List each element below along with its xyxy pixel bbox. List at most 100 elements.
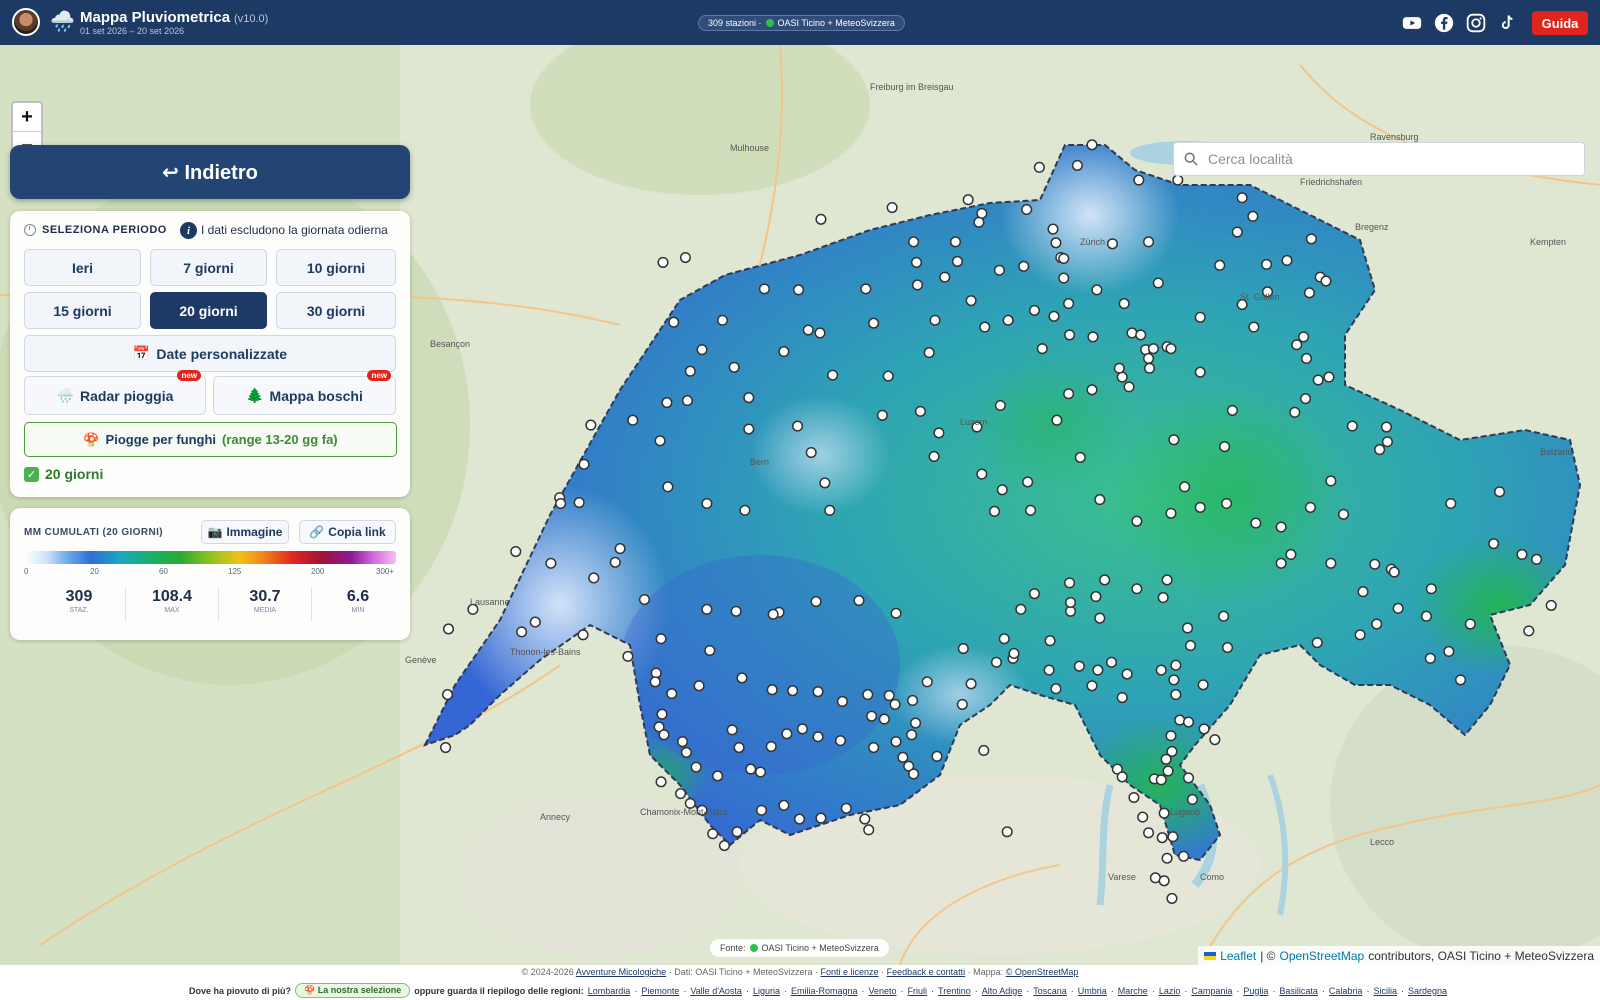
station-marker[interactable]: [649, 676, 661, 688]
region-link[interactable]: Basilicata: [1279, 986, 1318, 996]
station-marker[interactable]: [585, 419, 597, 431]
station-marker[interactable]: [1135, 329, 1147, 341]
station-marker[interactable]: [1275, 521, 1287, 533]
station-marker[interactable]: [883, 690, 895, 702]
station-marker[interactable]: [758, 283, 770, 295]
station-marker[interactable]: [882, 370, 894, 382]
station-marker[interactable]: [1300, 352, 1313, 365]
station-marker[interactable]: [1036, 343, 1048, 355]
funghi-rain-button[interactable]: 🍄 Piogge per funghi (range 13-20 gg fa): [24, 422, 397, 457]
station-marker[interactable]: [1143, 352, 1155, 365]
station-marker[interactable]: [1044, 635, 1056, 647]
station-marker[interactable]: [990, 656, 1003, 668]
station-marker[interactable]: [1099, 574, 1111, 586]
station-marker[interactable]: [1105, 656, 1118, 668]
selection-pill[interactable]: 🍄 La nostra selezione: [295, 983, 411, 998]
station-marker[interactable]: [1311, 637, 1323, 649]
station-marker[interactable]: [909, 717, 922, 729]
station-marker[interactable]: [1065, 596, 1077, 609]
station-marker[interactable]: [1152, 277, 1164, 289]
station-marker[interactable]: [911, 279, 924, 291]
station-marker[interactable]: [965, 678, 977, 690]
station-marker[interactable]: [819, 477, 831, 489]
region-link[interactable]: Alto Adige: [982, 986, 1023, 996]
station-marker[interactable]: [1168, 434, 1180, 446]
station-marker[interactable]: [1028, 304, 1041, 316]
station-marker[interactable]: [704, 644, 716, 657]
station-marker[interactable]: [921, 676, 933, 688]
station-marker[interactable]: [906, 729, 918, 741]
station-marker[interactable]: [1312, 374, 1324, 386]
station-marker[interactable]: [824, 504, 836, 516]
station-marker[interactable]: [1516, 548, 1528, 561]
station-marker[interactable]: [949, 236, 962, 248]
station-marker[interactable]: [681, 395, 693, 407]
region-link[interactable]: Valle d'Aosta: [690, 986, 742, 996]
station-marker[interactable]: [863, 824, 875, 836]
station-marker[interactable]: [1182, 716, 1195, 728]
station-marker[interactable]: [979, 321, 991, 333]
station-marker[interactable]: [907, 694, 919, 707]
station-marker[interactable]: [529, 616, 541, 628]
station-marker[interactable]: [1160, 753, 1172, 765]
station-marker[interactable]: [1194, 501, 1206, 513]
search-input[interactable]: [1208, 151, 1568, 167]
station-marker[interactable]: [716, 314, 729, 326]
station-marker[interactable]: [730, 605, 742, 617]
station-marker[interactable]: [1299, 393, 1312, 405]
station-marker[interactable]: [1033, 161, 1045, 173]
station-marker[interactable]: [1198, 723, 1210, 735]
station-marker[interactable]: [1281, 254, 1293, 267]
station-marker[interactable]: [1071, 159, 1083, 171]
station-marker[interactable]: [1289, 406, 1301, 418]
station-marker[interactable]: [638, 593, 651, 606]
station-marker[interactable]: [1167, 831, 1179, 843]
station-marker[interactable]: [657, 256, 669, 268]
region-link[interactable]: Liguria: [753, 986, 780, 996]
station-marker[interactable]: [577, 629, 589, 641]
station-marker[interactable]: [859, 813, 871, 825]
station-marker[interactable]: [923, 347, 935, 359]
station-marker[interactable]: [1214, 259, 1226, 271]
station-marker[interactable]: [996, 484, 1008, 496]
station-marker[interactable]: [1113, 362, 1125, 374]
region-link[interactable]: Toscana: [1033, 986, 1067, 996]
station-marker[interactable]: [1106, 238, 1119, 250]
station-marker[interactable]: [1050, 237, 1062, 249]
station-marker[interactable]: [1464, 618, 1476, 630]
period-button-ieri[interactable]: Ieri: [24, 249, 141, 286]
station-marker[interactable]: [973, 216, 985, 228]
station-marker[interactable]: [1325, 557, 1337, 569]
station-marker[interactable]: [1320, 275, 1332, 287]
station-marker[interactable]: [1221, 497, 1233, 510]
station-marker[interactable]: [1443, 645, 1455, 658]
station-marker[interactable]: [690, 761, 702, 773]
sources-link[interactable]: Fonti e licenze: [821, 967, 879, 977]
region-link[interactable]: Calabria: [1329, 986, 1363, 996]
station-marker[interactable]: [1369, 558, 1381, 570]
station-marker[interactable]: [1165, 507, 1177, 519]
station-marker[interactable]: [1047, 223, 1059, 235]
station-marker[interactable]: [814, 327, 826, 339]
region-link[interactable]: Marche: [1118, 986, 1148, 996]
station-marker[interactable]: [1133, 174, 1145, 186]
station-marker[interactable]: [1174, 714, 1186, 726]
station-marker[interactable]: [1086, 384, 1098, 396]
station-marker[interactable]: [815, 812, 827, 824]
instagram-icon[interactable]: [1465, 12, 1487, 34]
station-marker[interactable]: [878, 713, 890, 725]
station-marker[interactable]: [1121, 668, 1133, 680]
station-marker[interactable]: [1184, 640, 1197, 652]
station-marker[interactable]: [1354, 629, 1366, 641]
station-marker[interactable]: [1186, 793, 1198, 806]
station-marker[interactable]: [993, 264, 1005, 276]
station-marker[interactable]: [1304, 501, 1316, 513]
region-link[interactable]: Piemonte: [641, 986, 679, 996]
station-marker[interactable]: [658, 729, 670, 741]
station-marker[interactable]: [812, 731, 824, 743]
station-marker[interactable]: [1022, 476, 1034, 488]
station-marker[interactable]: [910, 256, 923, 268]
station-marker[interactable]: [796, 723, 808, 735]
station-marker[interactable]: [701, 603, 713, 615]
osm-link[interactable]: OpenStreetMap: [1280, 949, 1365, 963]
